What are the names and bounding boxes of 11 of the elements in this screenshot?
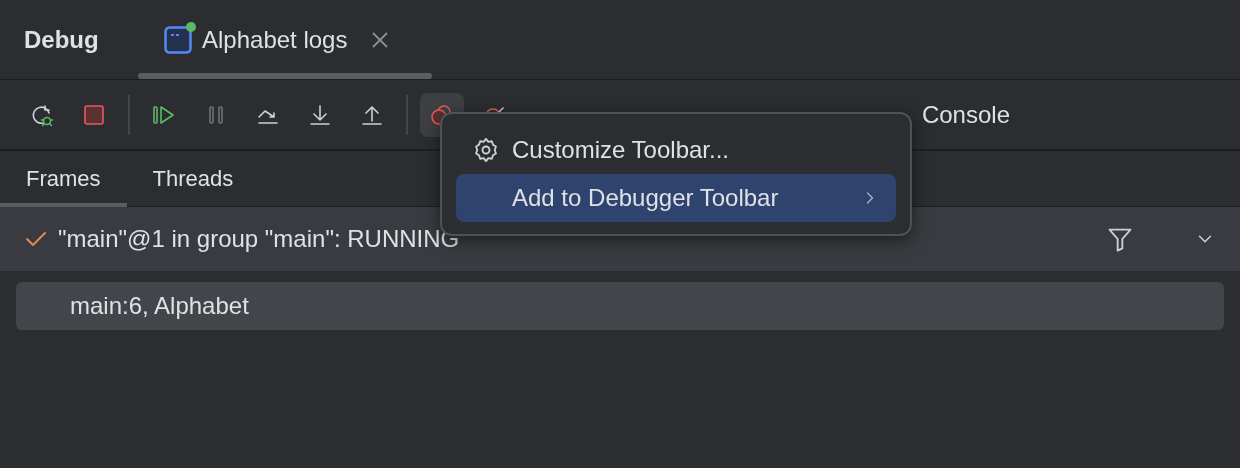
frame-row[interactable]: main:6, Alphabet xyxy=(16,282,1224,330)
settings-icon xyxy=(472,136,500,164)
panel-title: Debug xyxy=(23,24,100,55)
tab[interactable]: Frames xyxy=(0,151,127,206)
tab[interactable]: Alphabet logs xyxy=(138,0,432,79)
console-tab[interactable]: Console xyxy=(921,100,1010,129)
menu-item[interactable]: Add to Debugger Toolbar xyxy=(456,174,896,222)
menu-item[interactable]: Customize Toolbar... xyxy=(456,126,896,174)
tab[interactable]: Threads xyxy=(126,151,260,206)
thread-label: "main"@1 in group "main": RUNNING xyxy=(58,225,461,253)
close-icon[interactable] xyxy=(371,30,390,49)
